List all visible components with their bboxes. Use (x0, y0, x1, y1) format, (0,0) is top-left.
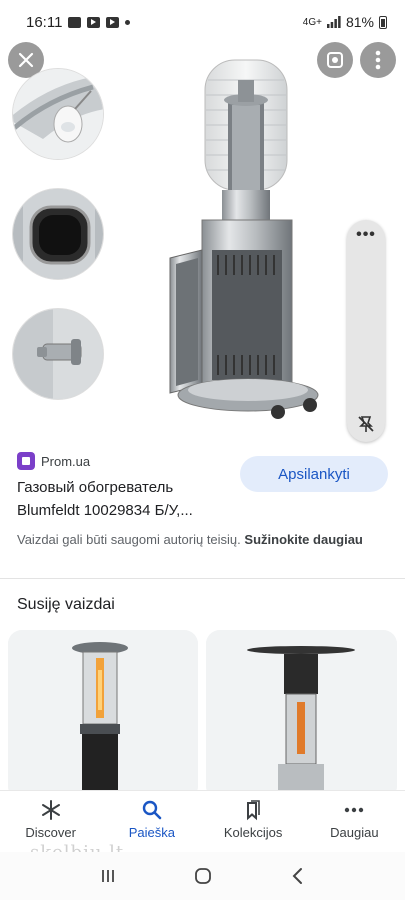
nav-discover[interactable]: Discover (0, 791, 101, 848)
close-icon (18, 52, 34, 68)
related-heater-image (8, 630, 198, 800)
visit-button[interactable]: Apsilankyti (240, 456, 388, 492)
bottom-navigation: Discover Paieška Kolekcijos Daugiau (0, 790, 405, 848)
more-vert-icon (375, 50, 381, 70)
related-image-card[interactable] (8, 630, 198, 800)
source-row[interactable]: Prom.ua (17, 452, 90, 470)
patio-heater-image (169, 59, 319, 419)
more-options-button[interactable] (360, 42, 396, 78)
search-icon (142, 800, 162, 820)
network-type: 4G+ (302, 16, 322, 28)
home-button[interactable] (191, 864, 215, 888)
nav-more-label: Daugiau (330, 825, 379, 840)
nav-discover-label: Discover (25, 825, 76, 840)
status-time: 16:11 (26, 13, 63, 31)
copyright-text: Vaizdai gali būti saugomi autorių teisių… (17, 532, 241, 547)
recent-apps-icon (101, 870, 114, 882)
status-bar: 16:11 4G+ 81% (0, 0, 405, 44)
pin-off-icon[interactable] (356, 414, 376, 434)
bookmark-icon (247, 800, 260, 821)
back-button[interactable] (286, 864, 310, 888)
nav-collections-label: Kolekcijos (223, 825, 283, 840)
battery-icon (379, 15, 387, 29)
youtube-notification-icon-2 (106, 16, 120, 28)
battery-percent: 81% (345, 14, 374, 30)
detail-thumbnail-igniter (12, 68, 104, 160)
home-icon (194, 868, 211, 884)
source-name[interactable]: Prom.ua (41, 454, 90, 469)
source-favicon-icon (17, 452, 35, 470)
back-chevron-icon (292, 868, 302, 884)
nav-more[interactable]: Daugiau (304, 791, 405, 848)
detail-thumbnail-window (12, 188, 104, 280)
status-right: 4G+ 81% (303, 14, 387, 30)
related-image-card[interactable] (206, 630, 397, 800)
learn-more-link[interactable]: Sužinokite daugiau (244, 532, 362, 547)
signal-bars-icon (326, 16, 341, 28)
divider (0, 578, 405, 579)
gallery-notification-icon (68, 16, 82, 28)
status-left: 16:11 (26, 13, 131, 31)
detail-thumbnail-latch (12, 308, 104, 400)
related-images-heading: Susiję vaizdai (17, 596, 115, 613)
nav-collections[interactable]: Kolekcijos (203, 791, 304, 848)
more-horiz-icon (345, 807, 364, 813)
side-floating-panel[interactable]: ••• (347, 220, 385, 442)
youtube-notification-icon (87, 16, 101, 28)
system-navigation-bar (0, 852, 405, 900)
igniter-detail-image (13, 69, 103, 159)
window-detail-image (13, 189, 103, 279)
panel-menu-icon[interactable]: ••• (347, 226, 385, 244)
latch-detail-image (13, 309, 103, 399)
nav-search-label: Paieška (128, 825, 175, 840)
copyright-notice: Vaizdai gali būti saugomi autorių teisių… (17, 530, 387, 550)
recent-apps-button[interactable] (96, 864, 120, 888)
image-viewer[interactable]: ••• (0, 40, 405, 442)
more-notifications-dot-icon (125, 19, 131, 25)
related-heater-table-image (206, 630, 397, 800)
asterisk-icon (41, 800, 60, 820)
result-title[interactable]: Газовый обогреватель Blumfeldt 10029834 … (17, 476, 237, 522)
nav-search[interactable]: Paieška (101, 791, 202, 848)
